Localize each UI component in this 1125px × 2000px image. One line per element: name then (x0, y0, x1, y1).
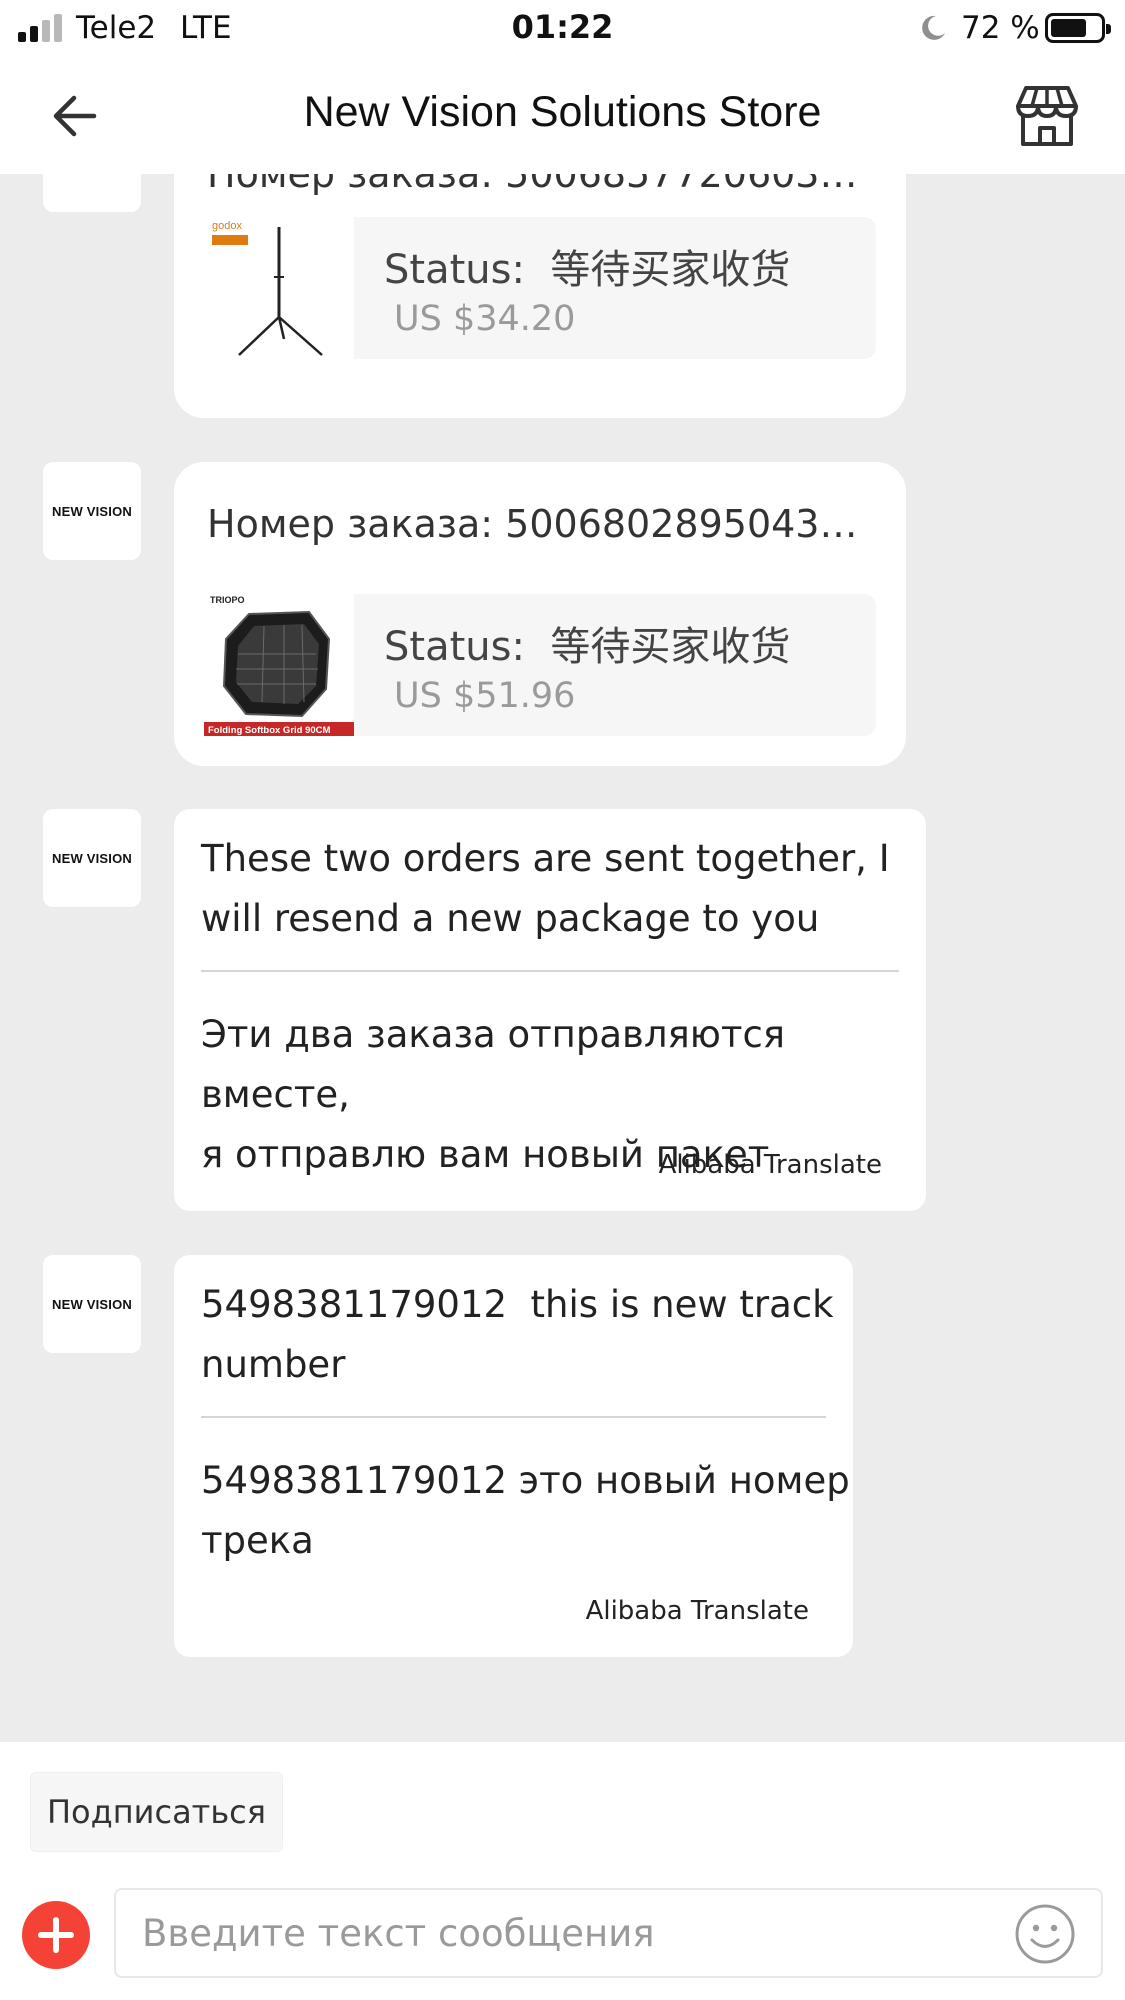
order-card[interactable]: Номер заказа: 50068028950431... TRIOPO F… (174, 462, 906, 766)
softbox-icon: TRIOPO Folding Softbox Grid 90CM (204, 595, 354, 736)
order-card[interactable]: Номер заказа: 50068577206031... godox St… (174, 174, 906, 418)
light-stand-icon: godox (212, 220, 323, 356)
product-caption: Folding Softbox Grid 90CM (208, 725, 331, 736)
order-price: US $34.20 (394, 299, 576, 339)
composer-bar: Подписаться (0, 1742, 1125, 2000)
product-image[interactable]: TRIOPO Folding Softbox Grid 90CM (204, 594, 354, 736)
store-avatar[interactable]: NEW VISION (43, 809, 141, 907)
message-input[interactable] (114, 1888, 1103, 1978)
order-info[interactable]: Status: 等待买家收货 US $34.20 (354, 217, 876, 359)
store-logo: NEW VISION (51, 1296, 132, 1312)
product-brand: TRIOPO (210, 595, 245, 605)
message-bubble[interactable]: 5498381179012 this is new track number 5… (174, 1255, 853, 1657)
store-logo: NEW VISION (51, 850, 132, 866)
message-original: These two orders are sent together, I wi… (201, 837, 890, 940)
battery-icon (1045, 13, 1111, 43)
chat-messages[interactable]: NEW VISION Номер заказа: 50068577206031.… (0, 174, 1125, 1742)
message-bubble[interactable]: These two orders are sent together, I wi… (174, 809, 926, 1211)
store-logo: NEW VISION (51, 503, 132, 519)
status-time: 01:22 (511, 8, 614, 46)
chat-header: New Vision Solutions Store (0, 58, 1125, 174)
order-number: Номер заказа: 50068028950431... (207, 502, 877, 546)
subscribe-button[interactable]: Подписаться (30, 1772, 283, 1852)
status-bar: Tele2 LTE 01:22 72 % (0, 0, 1125, 58)
order-price: US $51.96 (394, 676, 576, 716)
message-divider (201, 970, 899, 972)
page-title: New Vision Solutions Store (303, 88, 822, 136)
message-divider (201, 1416, 826, 1418)
message-original: 5498381179012 this is new track number (201, 1283, 834, 1386)
store-icon[interactable] (1014, 84, 1080, 148)
order-status: Status: 等待买家收货 (384, 247, 791, 293)
order-number: Номер заказа: 50068577206031... (207, 174, 877, 196)
moon-icon (922, 15, 945, 40)
order-info[interactable]: Status: 等待买家收货 US $51.96 (354, 594, 876, 736)
store-avatar[interactable]: NEW VISION (43, 1255, 141, 1353)
add-icon[interactable] (22, 1901, 90, 1969)
emoji-icon[interactable] (1014, 1903, 1076, 1965)
battery-percent: 72 % (961, 10, 1040, 46)
store-avatar[interactable]: NEW VISION (43, 174, 141, 212)
translator-label: Alibaba Translate (585, 1596, 809, 1626)
translator-label: Alibaba Translate (658, 1150, 882, 1180)
product-brand: godox (212, 220, 242, 232)
order-status: Status: 等待买家收货 (384, 624, 791, 670)
message-translation: 5498381179012 это новый номер трека (201, 1459, 850, 1562)
product-image[interactable]: godox (204, 217, 354, 359)
store-avatar[interactable]: NEW VISION (43, 462, 141, 560)
